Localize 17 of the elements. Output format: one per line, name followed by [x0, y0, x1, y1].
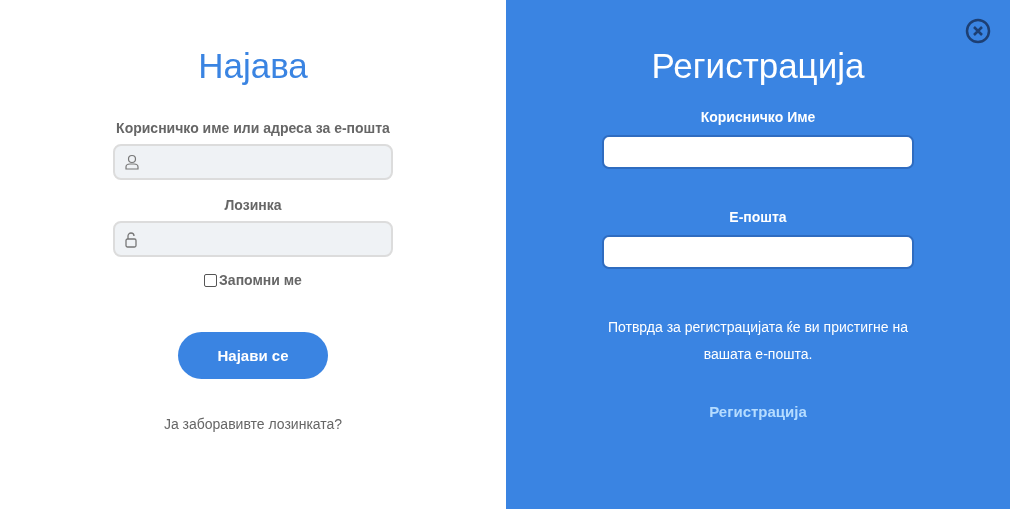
register-title: Регистрација [651, 46, 865, 86]
field-label: Лозинка [224, 197, 282, 213]
register-button[interactable]: Регистрација [703, 402, 813, 421]
field-label: Корисничко Име [700, 109, 816, 125]
remember-label: Запомни ме [219, 272, 302, 288]
login-title: Најава [198, 46, 308, 86]
input-field[interactable] [602, 235, 914, 269]
forgot-password-link[interactable]: Ја заборавивте лозинката? [163, 416, 343, 432]
checkbox[interactable] [204, 273, 218, 287]
login-button[interactable]: Најави се [178, 332, 328, 379]
input-field[interactable] [602, 135, 914, 169]
field-label: Е-пошта [729, 209, 787, 225]
field-label: Корисничко име или адреса за е-пошта [116, 120, 390, 136]
close-icon[interactable] [965, 18, 991, 44]
user-icon [125, 154, 139, 170]
info-text: Потврда за регистрацијата ќе ви пристигне на вашата е-пошта. [606, 318, 909, 364]
lock-icon [125, 230, 137, 248]
